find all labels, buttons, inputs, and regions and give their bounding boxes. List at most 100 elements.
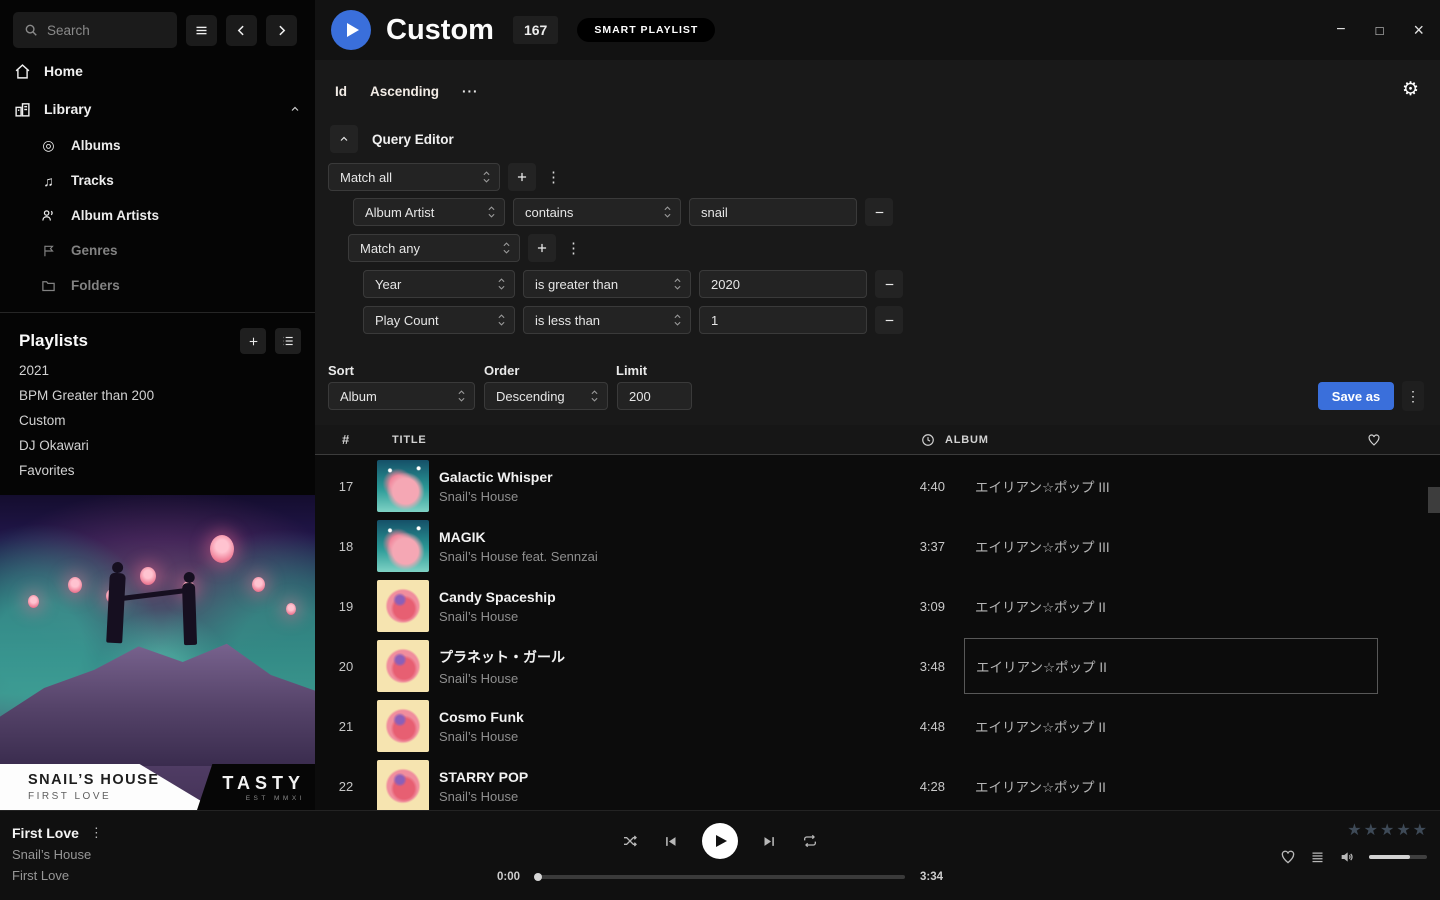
sidebar-item-tracks[interactable]: ♫ Tracks [0,163,315,198]
track-title: Galactic Whisper [439,469,862,485]
track-row[interactable]: 17 Galactic Whisper Snail’s House 4:40 エ… [315,456,1440,516]
query-rule-1: Album Artist contains [353,198,893,226]
play-playlist-button[interactable] [331,10,371,50]
updown-icon [663,205,672,219]
sidebar-item-home[interactable]: Home [0,52,315,90]
playlist-item[interactable]: BPM Greater than 200 [0,383,315,408]
sidebar-item-folders[interactable]: Folders [0,268,315,303]
track-row[interactable]: 20 プラネット・ガール Snail’s House 3:48 エイリアン☆ポッ… [315,636,1440,696]
track-art [377,760,429,810]
rule-value-input[interactable] [689,198,857,226]
track-album-cell-box: エイリアン☆ポップ II [945,578,1395,634]
more-options-button[interactable]: ··· [462,84,479,99]
order-select[interactable]: Descending [484,382,608,410]
nav-back-button[interactable] [226,15,257,46]
playlist-item[interactable]: 2021 [0,358,315,383]
group-menu-button[interactable]: ⋮ [564,239,583,257]
sidebar-item-genres[interactable]: Genres [0,233,315,268]
column-header-index[interactable]: # [315,432,377,447]
track-menu-button[interactable]: ⋮ [90,825,103,841]
sidebar-item-albums[interactable]: ◎ Albums [0,128,315,163]
rule-operator-select[interactable]: is less than [523,306,691,334]
rule-operator-value: is greater than [535,277,618,292]
home-icon [14,63,31,80]
mute-button[interactable] [1339,849,1355,865]
sidebar-item-library[interactable]: Library [0,90,315,128]
search-box[interactable] [13,12,177,48]
playlist-item[interactable]: Favorites [0,458,315,483]
plus-icon [535,241,549,255]
heart-icon[interactable] [1367,433,1381,447]
rule-value-input[interactable] [699,306,867,334]
now-playing-title[interactable]: First Love [12,825,79,841]
track-row[interactable]: 19 Candy Spaceship Snail’s House 3:09 エイ… [315,576,1440,636]
track-album-cell: エイリアン☆ポップ II [945,578,1395,634]
play-pause-button[interactable] [702,823,738,859]
star-icon[interactable]: ★ [1347,823,1361,839]
add-rule-button[interactable] [528,234,556,262]
queue-button[interactable] [1310,850,1325,865]
search-input[interactable] [47,23,157,38]
favorite-button[interactable] [1280,849,1296,865]
heart-icon [1280,849,1296,865]
column-header-album[interactable]: ALBUM [945,434,989,446]
add-playlist-button[interactable] [240,328,266,354]
save-as-button[interactable]: Save as [1318,382,1394,410]
sort-field-control[interactable]: Id [335,84,347,99]
smart-playlist-badge: SMART PLAYLIST [577,18,715,42]
star-icon[interactable]: ★ [1413,823,1427,839]
volume-slider[interactable] [1369,855,1427,859]
playlist-item[interactable]: DJ Okawari [0,433,315,458]
sort-label: Sort [328,363,484,378]
rule-value-input[interactable] [699,270,867,298]
seek-handle[interactable] [534,873,542,881]
maximize-button[interactable]: □ [1376,24,1384,37]
settings-gear-icon[interactable]: ⚙ [1402,78,1419,101]
nav-forward-button[interactable] [266,15,297,46]
column-header-duration[interactable] [862,433,945,447]
sort-select[interactable]: Album [328,382,475,410]
playlists-title: Playlists [19,331,88,351]
rule-field-select[interactable]: Play Count [363,306,515,334]
group-menu-button[interactable]: ⋮ [544,168,563,186]
collapse-query-editor-button[interactable] [330,125,358,153]
previous-track-button[interactable] [663,834,678,849]
album-art-banner: SNAIL’S HOUSE FIRST LOVE [0,764,225,810]
rule-field-select[interactable]: Album Artist [353,198,505,226]
star-icon[interactable]: ★ [1380,823,1394,839]
playlist-list-view-button[interactable] [275,328,301,354]
shuffle-button[interactable] [621,833,639,849]
playlist-item[interactable]: Custom [0,408,315,433]
rule-field-select[interactable]: Year [363,270,515,298]
menu-button[interactable] [186,15,217,46]
sidebar-item-album-artists[interactable]: Album Artists [0,198,315,233]
match-type-select[interactable]: Match all [328,163,500,191]
limit-input[interactable] [617,382,692,410]
track-row[interactable]: 22 STARRY POP Snail’s House 4:28 エイリアン☆ポ… [315,756,1440,810]
sort-order-control[interactable]: Ascending [370,84,439,99]
chevron-up-icon[interactable] [289,103,301,115]
elapsed-time: 0:00 [486,871,520,883]
column-header-title[interactable]: TITLE [377,434,439,446]
track-row[interactable]: 18 MAGIK Snail’s House feat. Sennzai 3:3… [315,516,1440,576]
chevron-right-icon [275,24,288,37]
main-content: Custom 167 SMART PLAYLIST − □ × Id Ascen… [315,0,1440,810]
remove-rule-button[interactable] [875,306,903,334]
close-button[interactable]: × [1413,21,1424,39]
scrollbar-thumb[interactable] [1428,487,1440,513]
rule-operator-select[interactable]: contains [513,198,681,226]
next-track-button[interactable] [762,834,777,849]
remove-rule-button[interactable] [875,270,903,298]
repeat-button[interactable] [801,833,819,849]
star-icon[interactable]: ★ [1364,823,1378,839]
star-icon[interactable]: ★ [1396,823,1410,839]
match-type-select[interactable]: Match any [348,234,520,262]
minus-icon [883,278,896,291]
save-options-button[interactable]: ⋮ [1402,381,1424,411]
minimize-button[interactable]: − [1336,22,1345,38]
seek-bar[interactable] [535,875,905,879]
rule-operator-select[interactable]: is greater than [523,270,691,298]
remove-rule-button[interactable] [865,198,893,226]
add-rule-button[interactable] [508,163,536,191]
track-row[interactable]: 21 Cosmo Funk Snail’s House 4:48 エイリアン☆ポ… [315,696,1440,756]
